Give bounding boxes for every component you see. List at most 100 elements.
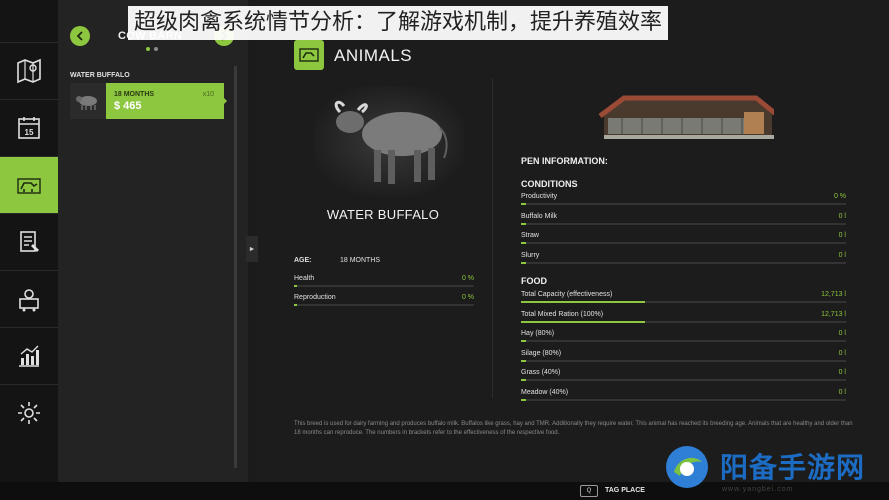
stat-row: Reproduction 0 % <box>294 294 474 308</box>
stat-bar-track <box>294 304 474 306</box>
stat-label: Health <box>294 275 315 282</box>
stat-row: Total Capacity (effectiveness) 12,713 l <box>521 291 846 305</box>
age-row: AGE: 18 MONTHS <box>294 257 380 264</box>
tag-place-button[interactable]: TAG PLACE <box>605 487 645 494</box>
stat-bar-fill <box>521 261 526 264</box>
map-icon <box>17 58 41 84</box>
stat-bar-fill <box>294 285 297 287</box>
stat-row: Slurry 0 l <box>521 252 846 266</box>
selection-arrow <box>222 96 227 106</box>
stat-bar-track <box>521 222 846 225</box>
buffalo-image <box>314 86 464 196</box>
article-title-overlay: 超级肉禽系统情节分析：了解游戏机制，提升养殖效率 <box>128 6 669 40</box>
stat-label: Buffalo Milk <box>521 212 558 220</box>
calendar-icon: 15 <box>18 117 40 139</box>
stat-value: 0 l <box>838 212 846 220</box>
animal-item-price: $ 465 <box>114 100 142 112</box>
list-scrollbar[interactable] <box>234 66 237 468</box>
animals-icon <box>17 178 41 194</box>
stat-label: Hay (80%) <box>521 330 555 337</box>
animals-header-icon <box>294 40 324 70</box>
animal-item-age: 18 MONTHS <box>114 91 155 98</box>
stat-label: Reproduction <box>294 294 336 301</box>
site-watermark: 阳备手游网 www.yangbei.com <box>660 440 889 500</box>
site-logo-icon <box>666 446 708 488</box>
stat-row: Total Mixed Ration (100%) 12,713 l <box>521 311 846 325</box>
stat-row: Straw 0 l <box>521 232 846 246</box>
svg-text:15: 15 <box>25 128 34 137</box>
stat-row: Meadow (40%) 0 l <box>521 389 846 403</box>
stat-row: Silage (80%) 0 l <box>521 350 846 364</box>
barn-image <box>594 92 778 142</box>
stat-bar-fill <box>521 301 645 303</box>
age-value: 18 MONTHS <box>340 257 381 264</box>
stat-bar-track <box>521 203 846 205</box>
chevron-left-icon <box>76 31 83 41</box>
stat-value: 0 % <box>461 275 474 282</box>
stat-label: Grass (40%) <box>521 369 561 376</box>
stat-row: Buffalo Milk 0 l <box>521 213 846 227</box>
calendar-button[interactable]: 15 <box>0 99 58 156</box>
stat-bar-fill <box>521 320 645 323</box>
icon-sidebar: 15 <box>0 0 65 482</box>
stat-bar-track <box>521 242 846 244</box>
stat-bar-fill <box>521 340 526 342</box>
stat-row: Grass (40%) 0 l <box>521 369 846 383</box>
breed-description: This breed is used for dairy farming and… <box>294 421 853 436</box>
chevron-right-icon: ► <box>248 245 256 253</box>
stat-label: Slurry <box>521 251 540 259</box>
stat-label: Total Capacity (effectiveness) <box>521 291 613 298</box>
stat-value: 12,713 l <box>821 291 846 298</box>
food-label: FOOD <box>521 276 547 286</box>
stat-value: 0 l <box>838 251 846 259</box>
buffalo-thumbnail-icon <box>76 96 97 110</box>
prev-barn-button[interactable] <box>70 26 90 46</box>
production-button[interactable] <box>0 270 58 327</box>
contracts-button[interactable] <box>0 213 58 270</box>
column-divider <box>492 78 493 398</box>
collapse-panel-button[interactable]: ► <box>246 236 258 262</box>
stat-bar-fill <box>294 304 297 306</box>
animal-name: WATER BUFFALO <box>326 207 440 222</box>
map-button[interactable] <box>0 42 58 99</box>
animal-thumbnail <box>70 83 106 119</box>
stat-value: 0 l <box>838 388 846 396</box>
stat-bar-fill <box>521 242 526 244</box>
stat-bar-fill <box>521 379 526 381</box>
stat-value: 0 l <box>838 330 846 337</box>
stat-bar-fill <box>521 222 526 225</box>
conditions-label: CONDITIONS <box>521 179 578 189</box>
stat-value: 0 l <box>838 349 846 357</box>
production-icon <box>19 289 39 312</box>
stat-label: Meadow (40%) <box>521 388 569 396</box>
stat-bar-track <box>521 379 846 381</box>
stat-value: 12,713 l <box>821 310 846 318</box>
settings-button[interactable] <box>0 384 58 441</box>
stat-bar-track <box>521 359 846 362</box>
animals-button[interactable] <box>0 156 65 213</box>
statistics-button[interactable] <box>0 327 58 384</box>
animal-item-count: x10 <box>202 91 214 98</box>
stat-bar-fill <box>521 398 526 401</box>
animal-detail-panel: ANIMALS WATER BUFFALO AGE: 18 MONTHS Hea… <box>258 0 889 482</box>
settings-icon <box>18 402 40 424</box>
animal-list-panel: COW BARN WATER BUFFALO 18 MONTHS $ 465 x… <box>58 0 248 482</box>
stat-bar-track <box>521 340 846 342</box>
key-hint-badge: Q <box>580 485 598 497</box>
animal-list-item[interactable]: 18 MONTHS $ 465 x10 <box>70 83 224 119</box>
contracts-icon <box>20 231 39 252</box>
animal-group-label: WATER BUFFALO <box>70 72 130 79</box>
pen-info-label: PEN INFORMATION: <box>521 156 608 166</box>
age-label: AGE: <box>294 257 312 264</box>
watermark-url: www.yangbei.com <box>722 486 794 493</box>
stat-bar-fill <box>521 203 526 205</box>
page-title: ANIMALS <box>334 46 413 65</box>
stat-bar-track <box>521 398 846 401</box>
stat-label: Silage (80%) <box>521 349 562 357</box>
statistics-icon <box>19 345 39 367</box>
stat-value: 0 l <box>838 369 846 376</box>
stat-row: Productivity 0 % <box>521 193 846 207</box>
stat-value: 0 % <box>833 193 846 200</box>
stat-label: Total Mixed Ration (100%) <box>521 310 604 318</box>
stat-bar-track <box>294 285 474 287</box>
